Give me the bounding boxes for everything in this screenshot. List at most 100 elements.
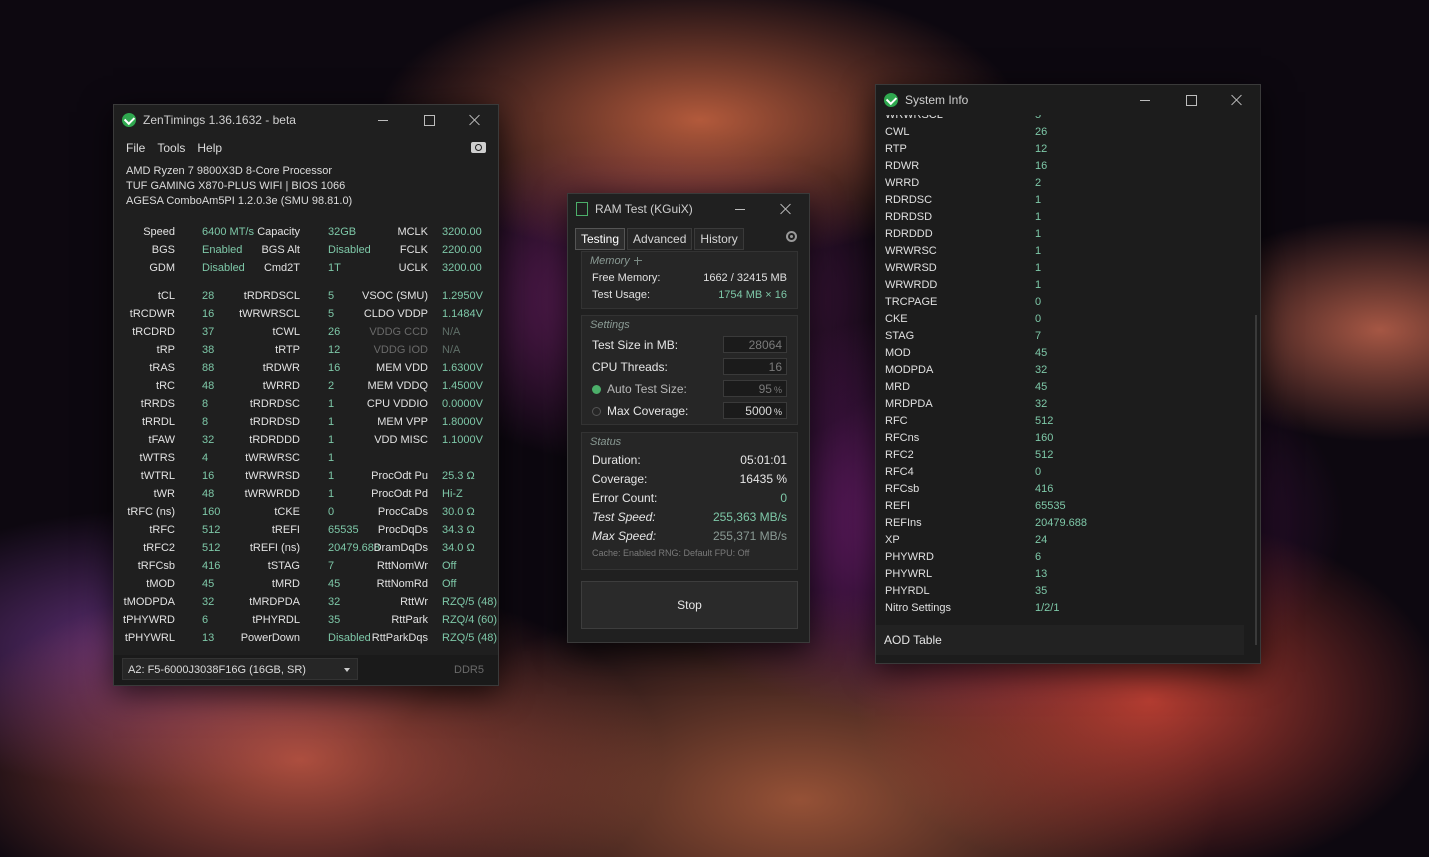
- stop-button[interactable]: Stop: [581, 581, 798, 629]
- max-coverage-input[interactable]: 5000%: [723, 402, 787, 419]
- minimize-icon: [378, 119, 388, 121]
- menu-help[interactable]: Help: [191, 141, 228, 155]
- timing-label: RttParkDqs: [371, 632, 428, 644]
- timing-value: 34.3 Ω: [442, 524, 475, 536]
- timing-row: tRP 38 tRTP 12 VDDG IOD N/A: [114, 341, 498, 359]
- tab-advanced[interactable]: Advanced: [627, 228, 693, 250]
- test-usage-row: Test Usage: 1754 MB × 16: [582, 287, 797, 304]
- timing-label: tCL: [157, 290, 175, 302]
- sys-info-value: 12: [1035, 143, 1048, 155]
- sys-info-value: 1/2/1: [1035, 602, 1060, 614]
- timing-value: 26: [328, 326, 341, 338]
- timing-value: 37: [202, 326, 215, 338]
- auto-test-size-row: Auto Test Size: 95%: [582, 378, 797, 400]
- aod-table-header[interactable]: AOD Table: [876, 625, 1244, 655]
- sys-info-row: PHYRDL 35: [876, 583, 1246, 600]
- sys-info-row: XP 24: [876, 532, 1246, 549]
- system-info-scrollbar[interactable]: [1255, 315, 1257, 645]
- auto-test-size-input[interactable]: 95%: [723, 380, 787, 397]
- timing-value: RZQ/4 (60): [442, 614, 498, 626]
- timing-value: 1: [328, 434, 335, 446]
- test-speed-row: Test Speed: 255,363 MB/s: [582, 508, 797, 527]
- zen-minimize-button[interactable]: [360, 105, 406, 135]
- zentimings-window: ZenTimings 1.36.1632 - beta File Tools H…: [113, 104, 499, 686]
- sys-info-row: WRWRSD 1: [876, 260, 1246, 277]
- screenshot-camera-icon[interactable]: [471, 142, 486, 153]
- timing-label: tRFC (ns): [127, 506, 175, 518]
- timing-label: tCKE: [274, 506, 300, 518]
- system-info-list[interactable]: WRWRSCL 5 CWL 26 RTP 12 RDWR 16 WRRD 2 RDRDSC 1 RDRD…: [876, 115, 1260, 623]
- menu-tools[interactable]: Tools: [151, 141, 191, 155]
- ram-minimize-button[interactable]: [717, 194, 763, 224]
- sys-minimize-button[interactable]: [1122, 85, 1168, 115]
- timing-label: tRFC: [149, 524, 175, 536]
- timing-value: 1: [328, 416, 335, 428]
- sys-info-row: RDRDSD 1: [876, 209, 1246, 226]
- ram-tabs: Testing Advanced History: [568, 228, 809, 250]
- timing-row: tRFCsb 416 tSTAG 7 RttNomWr Off: [114, 557, 498, 575]
- timing-label: tMRD: [271, 578, 300, 590]
- cpu-threads-row: CPU Threads: 16: [582, 356, 797, 378]
- move-icon[interactable]: [633, 257, 642, 266]
- menu-file[interactable]: File: [120, 141, 151, 155]
- ram-titlebar[interactable]: RAM Test (KGuiX): [568, 194, 809, 224]
- timing-value: 12: [328, 344, 341, 356]
- timing-label: tWTRL: [140, 470, 175, 482]
- ram-close-button[interactable]: [763, 194, 809, 224]
- settings-gear-icon[interactable]: [786, 231, 797, 242]
- timing-value: Disabled: [202, 262, 245, 274]
- sys-info-value: 0: [1035, 296, 1042, 308]
- maximize-icon: [423, 114, 435, 126]
- sys-info-key: RFC4: [885, 466, 914, 478]
- max-speed-value: 255,371 MB/s: [712, 529, 787, 543]
- timing-value: 16: [328, 362, 341, 374]
- cpu-threads-input[interactable]: 16: [723, 358, 787, 375]
- tab-history[interactable]: History: [694, 228, 744, 250]
- sys-close-button[interactable]: [1214, 85, 1260, 115]
- timing-value: 512: [202, 524, 221, 536]
- timing-row: tFAW 32 tRDRDDD 1 VDD MISC 1.1000V: [114, 431, 498, 449]
- timing-value: 32: [202, 434, 215, 446]
- timing-label: tWRWRDD: [244, 488, 300, 500]
- timing-value: 30.0 Ω: [442, 506, 475, 518]
- timing-row: tRRDS 8 tRDRDSC 1 CPU VDDIO 0.0000V: [114, 395, 498, 413]
- timing-value: 160: [202, 506, 221, 518]
- tab-testing[interactable]: Testing: [575, 228, 626, 250]
- sys-titlebar[interactable]: System Info: [876, 85, 1260, 115]
- dimm-select[interactable]: A2: F5-6000J3038F16G (16GB, SR): [122, 658, 358, 680]
- sys-info-key: WRWRDD: [885, 279, 938, 291]
- ddr-label: DDR5: [454, 664, 484, 676]
- timing-label: ProcOdt Pu: [371, 470, 428, 482]
- sys-info-key: PHYRDL: [885, 585, 930, 597]
- auto-test-size-radio[interactable]: [592, 385, 601, 395]
- sys-info-key: RFC: [885, 415, 908, 427]
- test-size-input[interactable]: 28064: [723, 336, 787, 353]
- timing-value: 0.0000V: [442, 398, 483, 410]
- sys-info-row: WRWRSCL 5: [876, 115, 1246, 124]
- sys-info-row: RTP 12: [876, 141, 1246, 158]
- zen-maximize-button[interactable]: [406, 105, 452, 135]
- timing-label: RttWr: [400, 596, 428, 608]
- timing-label: tRDRDSCL: [243, 290, 300, 302]
- zen-close-button[interactable]: [452, 105, 498, 135]
- timing-value: 1T: [328, 262, 341, 274]
- zen-titlebar[interactable]: ZenTimings 1.36.1632 - beta: [114, 105, 498, 135]
- timing-value: 48: [202, 488, 215, 500]
- sys-maximize-button[interactable]: [1168, 85, 1214, 115]
- timing-label: tRFCsb: [137, 560, 175, 572]
- error-count-value: 0: [780, 491, 787, 505]
- timing-value: 38: [202, 344, 215, 356]
- timing-label: tRC: [156, 380, 175, 392]
- timing-row: tPHYWRL 13 PowerDown Disabled RttParkDqs RZQ/…: [114, 629, 498, 647]
- timing-label: RttNomRd: [376, 578, 428, 590]
- sys-info-row: RFC4 0: [876, 464, 1246, 481]
- test-size-row: Test Size in MB: 28064: [582, 334, 797, 356]
- sys-info-row: WRWRDD 1: [876, 277, 1246, 294]
- timing-value: Hi-Z: [442, 488, 463, 500]
- timing-value: 16: [202, 308, 215, 320]
- chevron-down-icon: [344, 668, 350, 672]
- max-coverage-radio[interactable]: [592, 407, 601, 417]
- sys-info-key: PHYWRL: [885, 568, 933, 580]
- timing-value: 48: [202, 380, 215, 392]
- agesa-version: AGESA ComboAm5PI 1.2.0.3e (SMU 98.81.0): [126, 195, 353, 207]
